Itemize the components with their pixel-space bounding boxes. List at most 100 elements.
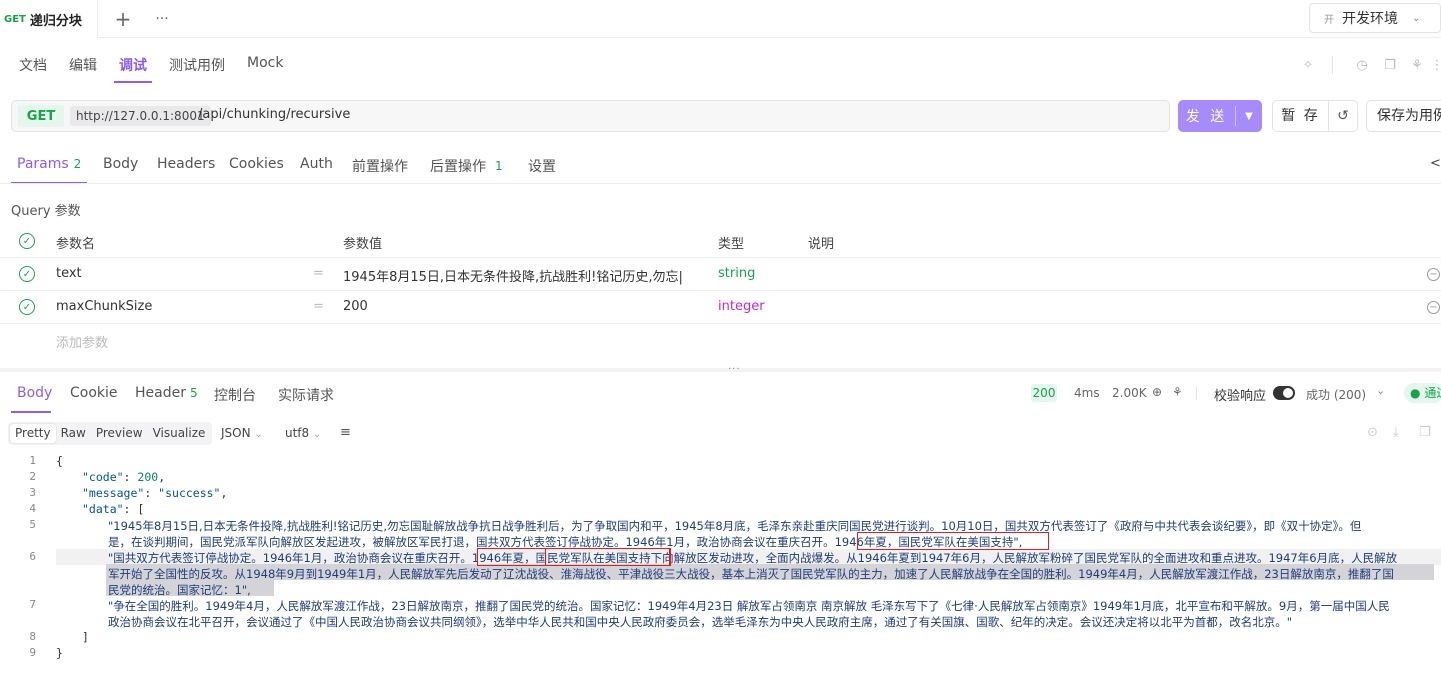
param-enable-checkbox[interactable]: ✓: [19, 266, 35, 282]
url-path-input[interactable]: /api/chunking/recursive: [198, 107, 350, 122]
json-string: 下向解放区发动进攻，全面内战爆发。从1946年夏到1947年6月，人民解放军粉碎…: [650, 551, 1398, 565]
code-gen-icon[interactable]: </: [1430, 156, 1441, 171]
divider: [0, 183, 1441, 184]
param-type[interactable]: integer: [718, 299, 765, 314]
url-bar[interactable]: GET http://127.0.0.1:8001 /api/chunking/…: [11, 100, 1170, 132]
tab-mock[interactable]: Mock: [247, 55, 283, 75]
tab-title: 递归分块: [29, 13, 82, 29]
toolbar-divider: [1332, 56, 1333, 74]
format-visualize[interactable]: Visualize: [148, 424, 211, 443]
param-enable-checkbox[interactable]: ✓: [19, 299, 35, 315]
tab-method: GET: [4, 13, 26, 25]
tab-label: Cookie: [70, 385, 118, 401]
tab-response-header[interactable]: Header 5: [135, 385, 198, 401]
validate-result[interactable]: 成功 (200): [1306, 386, 1366, 403]
panel-divider[interactable]: [0, 368, 1441, 372]
tab-docs[interactable]: 文档: [19, 55, 47, 75]
request-tab[interactable]: GET 递归分块: [0, 0, 98, 38]
tab-console[interactable]: 控制台: [214, 385, 256, 405]
json-bracket: ]: [82, 630, 89, 644]
code-line: "data": [: [82, 502, 145, 516]
format-pretty[interactable]: Pretty: [10, 424, 56, 443]
save-label: 暂 存: [1273, 101, 1329, 131]
more-icon[interactable]: ⋮: [1431, 56, 1441, 74]
active-tab-indicator: [114, 81, 152, 83]
tab-response-cookie[interactable]: Cookie: [70, 385, 118, 401]
history-icon[interactable]: ◷: [1353, 56, 1371, 74]
tab-label: Cookies: [229, 156, 284, 172]
tab-cookies[interactable]: Cookies: [229, 156, 284, 172]
env-name: 开发环境: [1342, 11, 1398, 27]
encoding-select[interactable]: utf8 ⌄: [285, 426, 321, 440]
tab-label: 控制台: [214, 388, 256, 404]
tab-label: 后置操作: [430, 159, 486, 175]
response-size: 2.00K: [1112, 386, 1147, 400]
tab-label: Params: [17, 156, 69, 172]
param-name[interactable]: text: [56, 266, 82, 281]
code-line: "国共双方代表签订停战协定。1946年1月，政治协商会议在重庆召开。1946年夏…: [108, 550, 1438, 566]
download-icon[interactable]: ⤓: [1393, 425, 1399, 440]
tab-edit[interactable]: 编辑: [69, 55, 97, 75]
tab-label: Body: [17, 385, 53, 401]
tab-debug[interactable]: 调试: [119, 55, 147, 75]
tab-body[interactable]: Body: [103, 156, 138, 172]
globe-icon[interactable]: ⊕: [1152, 385, 1162, 399]
tab-actual-request[interactable]: 实际请求: [278, 385, 334, 405]
add-param-input[interactable]: 添加参数: [56, 332, 108, 351]
validate-toggle[interactable]: [1273, 386, 1295, 400]
line-number: 6: [29, 550, 36, 563]
json-key: "data": [82, 502, 124, 516]
more-tabs-icon[interactable]: ···: [151, 8, 173, 30]
copy-icon[interactable]: ❐: [1419, 425, 1431, 440]
tab-params[interactable]: Params 2: [17, 156, 81, 172]
share-icon[interactable]: ⚘: [1172, 385, 1183, 399]
tab-count: 5: [189, 386, 198, 400]
send-button[interactable]: 发 送 ▼: [1178, 100, 1262, 132]
resize-handle-icon[interactable]: ···: [728, 364, 741, 375]
share-icon[interactable]: ⚘: [1408, 56, 1426, 74]
param-value[interactable]: 1945年8月15日,日本无条件投降,抗战胜利!铭记历史,勿忘|: [343, 266, 693, 285]
tab-settings[interactable]: 设置: [528, 156, 556, 176]
chevron-down-icon[interactable]: ▼: [1236, 111, 1262, 122]
wrap-lines-icon[interactable]: ≡: [340, 425, 351, 440]
tab-auth[interactable]: Auth: [300, 156, 333, 172]
chevron-down-icon: ⌄: [313, 429, 322, 440]
scroll-top-icon[interactable]: ⊙: [1367, 425, 1378, 440]
remove-param-icon[interactable]: −: [1427, 268, 1440, 281]
format-preview[interactable]: Preview: [91, 424, 148, 443]
chevron-down-icon[interactable]: ⌄: [1376, 384, 1385, 397]
param-row: ✓ maxChunkSize = 200 integer −: [0, 291, 1441, 324]
magic-wand-icon[interactable]: ✧: [1299, 56, 1317, 74]
tab-headers[interactable]: Headers: [157, 156, 215, 172]
param-type[interactable]: string: [718, 266, 755, 281]
tab-response-body[interactable]: Body: [17, 385, 52, 401]
json-number: 200: [137, 470, 159, 484]
save-button[interactable]: 暂 存 ↺: [1272, 100, 1358, 132]
select-all-checkbox[interactable]: ✓: [19, 233, 35, 249]
pass-badge: ● 通过: [1404, 383, 1441, 403]
language-select[interactable]: JSON ⌄: [221, 426, 263, 440]
code-line: }: [56, 646, 63, 660]
json-string: "success": [158, 486, 221, 500]
tab-test-cases[interactable]: 测试用例: [169, 55, 225, 75]
copy-icon[interactable]: ❐: [1381, 56, 1399, 74]
tab-post-ops[interactable]: 后置操作 1: [430, 156, 503, 176]
code-line: "message": "success",: [82, 486, 228, 500]
format-raw[interactable]: Raw: [56, 424, 91, 443]
environment-select[interactable]: 开 开发环境 ⌄: [1309, 3, 1441, 33]
tab-pre-ops[interactable]: 前置操作: [352, 156, 408, 176]
annotation-box: [545, 548, 670, 566]
method-select[interactable]: GET: [18, 105, 64, 127]
col-header-desc: 说明: [808, 237, 835, 252]
save-as-case-button[interactable]: 保存为用例: [1366, 100, 1441, 132]
param-name[interactable]: maxChunkSize: [56, 299, 152, 314]
remove-param-icon[interactable]: −: [1427, 301, 1440, 314]
line-number: 3: [29, 486, 36, 499]
col-header-name: 参数名: [56, 237, 96, 252]
base-url[interactable]: http://127.0.0.1:8001: [70, 106, 211, 126]
new-tab-plus-icon[interactable]: +: [112, 7, 134, 31]
param-value[interactable]: 200: [343, 299, 368, 314]
undo-icon[interactable]: ↺: [1329, 108, 1357, 124]
json-string: 民党的统治。国家记忆：1",: [108, 583, 251, 597]
response-time: 4ms: [1074, 386, 1100, 400]
